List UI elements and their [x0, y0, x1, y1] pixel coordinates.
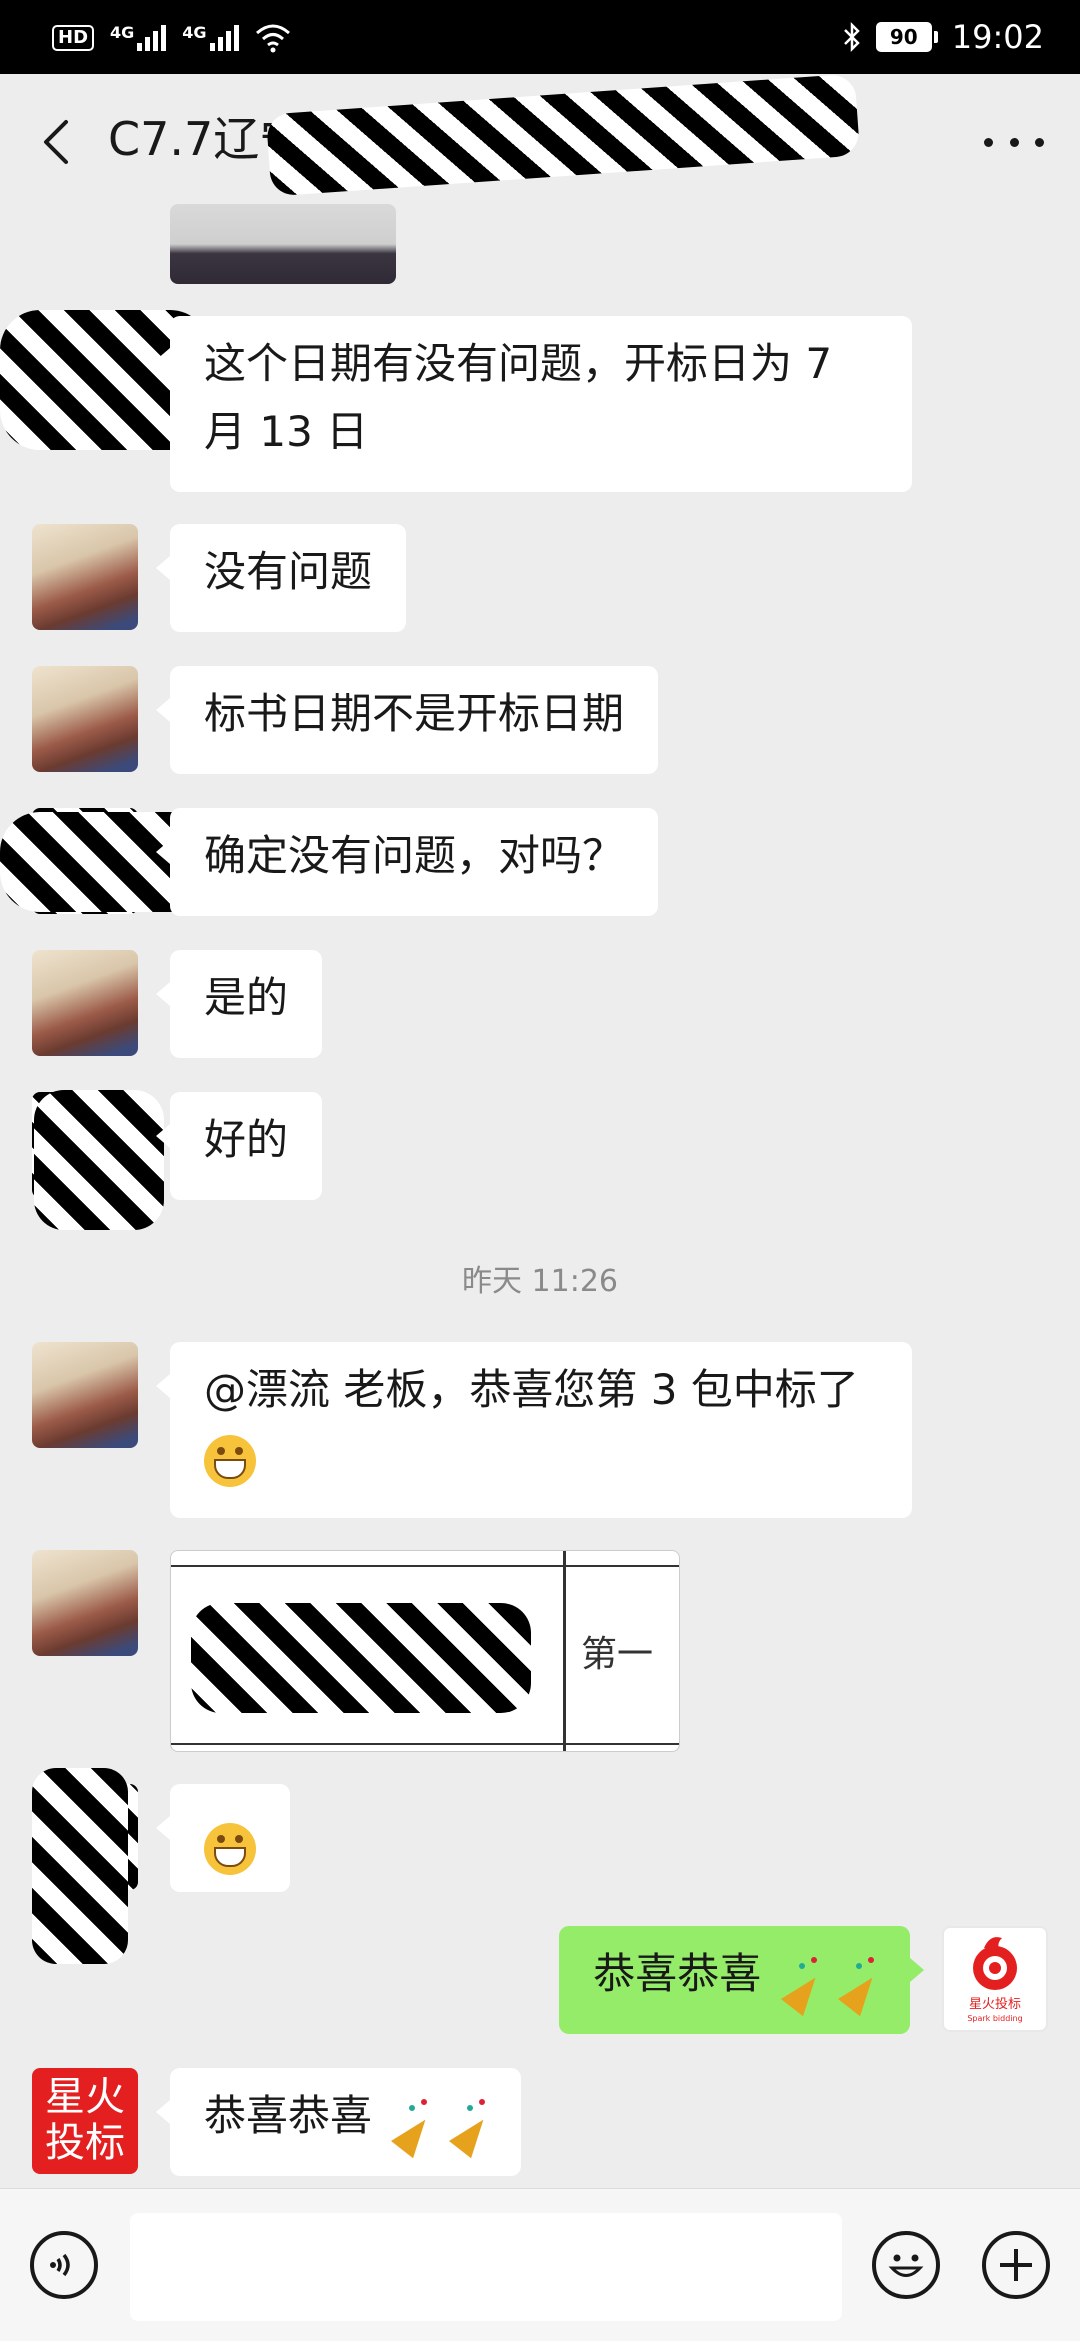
avatar[interactable]: 星火投标 Spark bidding — [942, 1926, 1048, 2032]
message-bubble[interactable]: 没有问题 — [155, 524, 407, 632]
status-bar: HD 4G 4G 90 19:02 — [0, 0, 1080, 74]
timestamp: 昨天 11:26 — [462, 1264, 618, 1299]
message-bubble[interactable]: 标书日期不是开标日期 — [155, 666, 659, 774]
message-bubble[interactable]: 确定没有问题，对吗？ — [155, 808, 659, 916]
spark-logo-icon — [973, 1937, 1017, 1990]
clock: 19:02 — [951, 18, 1044, 56]
redaction — [191, 1603, 531, 1713]
signal-icon: 4G — [110, 23, 167, 51]
message-bubble[interactable]: 这个日期有没有问题，开标日为 7 月 13 日 — [156, 316, 912, 492]
chat-header: C7.7辽宁 — [0, 73, 1080, 204]
my-message-bubble[interactable]: 恭喜恭喜 — [559, 1926, 924, 2034]
table-line — [171, 1565, 679, 1567]
wifi-icon — [255, 24, 290, 53]
voice-icon[interactable] — [30, 2231, 98, 2299]
avatar-caption-en: Spark bidding — [967, 2014, 1023, 2023]
avatar[interactable]: 星火投标 — [32, 2068, 138, 2174]
redaction — [34, 1090, 164, 1230]
avatar[interactable] — [32, 524, 138, 630]
message-bubble[interactable]: @漂流 老板，恭喜您第 3 包中标了 — [156, 1342, 912, 1518]
message-text: 恭喜恭喜 — [204, 2091, 373, 2140]
signal-icon-2: 4G — [182, 23, 239, 51]
grin-emoji-icon — [204, 1822, 256, 1875]
emoji-icon[interactable] — [872, 2231, 940, 2299]
avatar[interactable] — [32, 950, 138, 1056]
message-text: @漂流 老板，恭喜您第 3 包中标了 — [204, 1365, 859, 1414]
party-popper-icon — [389, 2097, 429, 2141]
avatar[interactable] — [32, 1550, 138, 1656]
chevron-left-icon[interactable] — [30, 112, 80, 172]
avatar-text: 星火投标 — [45, 2074, 125, 2166]
input-bar — [0, 2188, 1080, 2341]
image-caption: 第一 — [581, 1634, 654, 1675]
redaction — [32, 1768, 128, 1964]
message-bubble[interactable]: 好的 — [155, 1092, 323, 1200]
more-dots-icon[interactable] — [984, 122, 1044, 162]
image-message[interactable] — [170, 204, 396, 284]
message-input[interactable] — [130, 2213, 842, 2321]
avatar-caption: 星火投标 — [968, 1997, 1021, 2012]
avatar[interactable] — [32, 666, 138, 772]
party-popper-icon — [779, 1955, 819, 1999]
table-line — [563, 1551, 566, 1751]
battery-icon: 90 — [875, 22, 938, 52]
image-message[interactable]: 第一 — [170, 1550, 680, 1752]
redaction — [265, 73, 861, 197]
hd-indicator: HD — [52, 25, 95, 51]
grin-emoji-icon — [204, 1434, 256, 1487]
message-bubble[interactable] — [156, 1784, 290, 1892]
plus-icon[interactable] — [982, 2231, 1050, 2299]
bluetooth-icon — [843, 21, 860, 53]
table-line — [171, 1743, 679, 1745]
avatar[interactable] — [32, 1342, 138, 1448]
message-text: 恭喜恭喜 — [593, 1949, 762, 1998]
message-bubble[interactable]: 是的 — [155, 950, 323, 1058]
party-popper-icon — [836, 1955, 876, 1999]
message-bubble[interactable]: 恭喜恭喜 — [156, 2068, 521, 2176]
party-popper-icon — [447, 2097, 487, 2141]
